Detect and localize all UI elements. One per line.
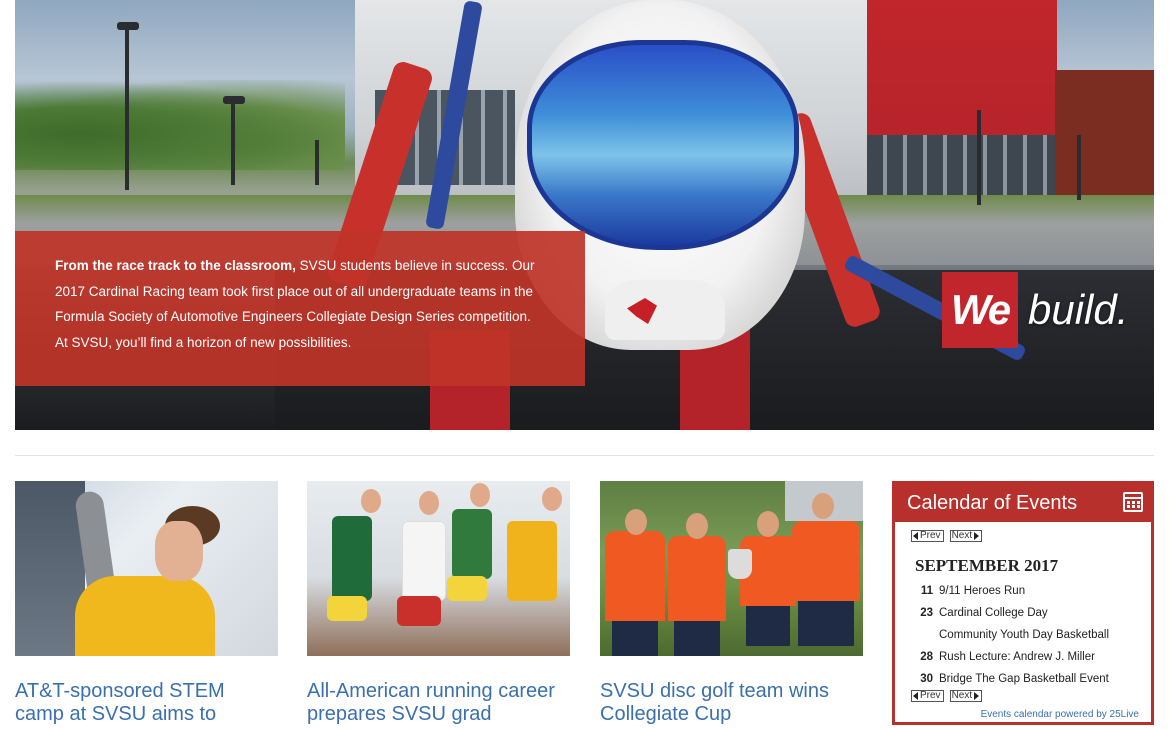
arrow-right-icon [974,532,980,540]
calendar-next-label: Next [951,690,973,701]
calendar-event-link[interactable]: Community Youth Day Basketball [939,624,1109,646]
calendar-prev-button[interactable]: Prev [911,530,944,542]
calendar-next-button[interactable]: Next [949,530,983,542]
hero-caption: From the race track to the classroom, SV… [15,231,585,386]
calendar-next-label: Next [951,530,973,541]
section-divider [15,455,1154,456]
news-thumbnail-running[interactable] [307,481,570,656]
stem-student-shirt [75,576,215,656]
runner-head [542,487,562,511]
hero-light-lamp [223,96,245,104]
hero-helmet-chin [605,280,725,340]
hero-visor [527,40,799,250]
calendar-event-link[interactable]: 9/11 Heroes Run [939,580,1025,602]
news-thumbnail-stem[interactable] [15,481,278,656]
hero-light-lamp [117,22,139,30]
calendar-event-day: 30 [920,673,933,685]
player-head [812,493,834,519]
player-head [625,509,647,535]
arrow-left-icon [913,532,918,540]
calendar-event-link[interactable]: Bridge The Gap Basketball Event [939,668,1109,690]
player-shorts [674,621,720,656]
calendar-event-link[interactable]: Rush Lecture: Andrew J. Miller [939,646,1095,668]
we-build-slogan: We build. [942,272,1128,348]
hero-light-pole [231,100,235,185]
runner-svsu-shorts [397,596,441,626]
player-head [757,511,779,537]
slogan-we: We [942,272,1018,348]
calendar-nav-bottom: Prev Next [911,690,1151,702]
hero-red-building [867,0,1057,200]
hero-red-building-windows [867,135,1057,200]
calendar-event: 28 Rush Lecture: Andrew J. Miller [911,646,1151,668]
news-headline-stem[interactable]: AT&T-sponsored STEM camp at SVSU aims to [15,680,278,726]
hero-light-pole [125,30,129,190]
calendar-prev-label: Prev [920,690,941,701]
calendar-prev-label: Prev [920,530,941,541]
calendar-header: Calendar of Events [895,484,1151,522]
hero-caption-lead: From the race track to the classroom, [55,258,296,273]
stem-student-face [155,521,203,581]
runner-head [361,489,381,513]
hero-trees [15,80,345,170]
runner-svsu [402,521,446,601]
calendar-title: Calendar of Events [907,491,1078,514]
runner-green-2-shorts [447,576,487,601]
news-card-stem: AT&T-sponsored STEM camp at SVSU aims to [15,481,278,726]
calendar-event-day: 28 [920,651,933,663]
calendar-event: 23 Cardinal College Day [911,602,1151,624]
hero-light-pole [977,110,981,205]
arrow-right-icon [974,692,980,700]
runner-head [419,491,439,515]
news-headline-disc-golf[interactable]: SVSU disc golf team wins Collegiate Cup [600,680,863,726]
calendar-event: Community Youth Day Basketball [911,624,1151,646]
calendar-icon[interactable] [1123,492,1143,512]
runner-head [470,483,490,507]
calendar-powered-by-link[interactable]: Events calendar powered by 25Live [981,709,1139,720]
calendar-next-button-bottom[interactable]: Next [949,690,983,702]
player-shirt [792,521,860,601]
runner-green-2 [452,509,492,579]
calendar-event-day [911,624,933,646]
player-shirt [668,536,726,621]
calendar-month: SEPTEMBER 2017 [915,556,1059,575]
news-thumbnail-disc-golf[interactable] [600,481,863,656]
player-head [686,513,708,539]
calendar-of-events: Calendar of Events Prev Next SEPTEMBER 2… [892,481,1154,725]
calendar-event: 11 9/11 Heroes Run [911,580,1151,602]
calendar-event-day: 23 [920,607,933,619]
news-headline-running[interactable]: All-American running career prepares SVS… [307,680,570,726]
calendar-event-day: 11 [920,585,933,597]
hero-brick-building [1055,70,1154,200]
calendar-event-link[interactable]: Cardinal College Day [939,602,1048,624]
player-shorts [612,621,658,656]
hero-light-pole [1077,135,1081,200]
calendar-nav-top: Prev Next [911,530,1151,542]
runner-green [332,516,372,601]
hero-light-pole [315,140,319,185]
slogan-build: build. [1028,286,1129,333]
calendar-event-list: 11 9/11 Heroes Run 23 Cardinal College D… [911,580,1151,690]
calendar-prev-button-bottom[interactable]: Prev [911,690,944,702]
player-shirt [605,531,665,621]
calendar-event: 30 Bridge The Gap Basketball Event [911,668,1151,690]
runner-green-shorts [327,596,367,621]
news-card-running: All-American running career prepares SVS… [307,481,570,726]
news-card-disc-golf: SVSU disc golf team wins Collegiate Cup [600,481,863,726]
runner-michigan [507,521,557,601]
player-shorts [746,606,790,646]
player-shorts [798,601,854,646]
arrow-left-icon [913,692,918,700]
trophy-cup-icon [728,549,752,579]
